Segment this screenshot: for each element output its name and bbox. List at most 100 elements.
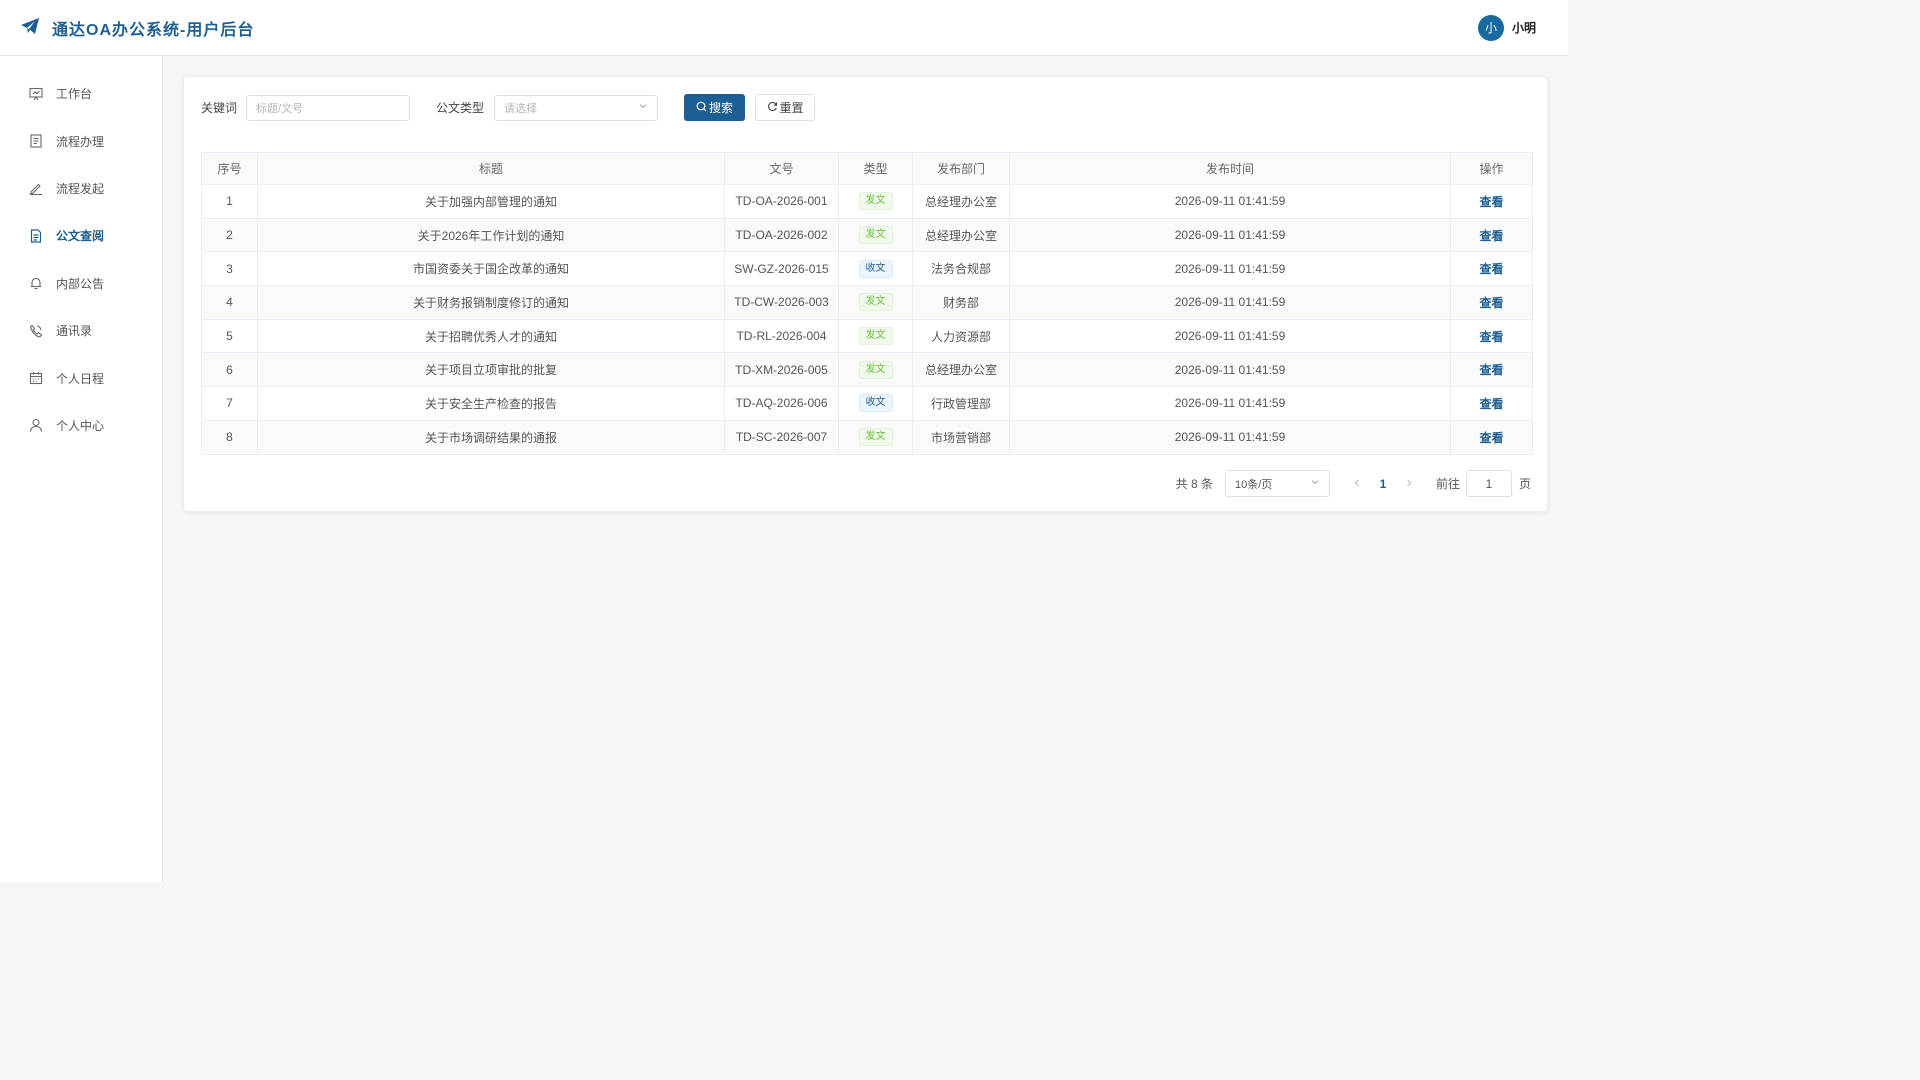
reset-button-label: 重置 — [779, 101, 804, 115]
sidebar-item-announcement[interactable]: 内部公告 — [0, 260, 162, 307]
pagination: 共 8 条 10条/页 1 前往 1 页 — [1176, 470, 1531, 497]
sidebar-item-label: 流程办理 — [56, 134, 105, 149]
row-dept: 行政管理部 — [912, 386, 1010, 421]
reset-button[interactable]: 重置 — [755, 94, 816, 121]
document-list-panel: 关键词 标题/文号 公文类型 请选择 搜索 重置 序号 标题 文号 类型 发布部… — [183, 76, 1548, 512]
row-title: 关于加强内部管理的通知 — [257, 184, 725, 219]
user-name[interactable]: 小明 — [1512, 19, 1536, 36]
keyword-label: 关键词 — [201, 101, 238, 115]
avatar[interactable]: 小 — [1477, 14, 1504, 41]
sidebar-item-label: 内部公告 — [56, 276, 105, 291]
row-code: TD-AQ-2026-006 — [724, 386, 839, 421]
page-size-select[interactable]: 10条/页 — [1224, 470, 1330, 497]
chevron-down-icon — [1310, 477, 1320, 490]
search-icon — [696, 101, 707, 115]
page-number-current[interactable]: 1 — [1370, 477, 1396, 491]
type-tag: 发文 — [858, 192, 893, 211]
table-header-row: 序号 标题 文号 类型 发布部门 发布时间 操作 — [201, 152, 1533, 185]
column-header-action: 操作 — [1450, 152, 1533, 185]
sidebar-item-profile[interactable]: 个人中心 — [0, 402, 162, 449]
row-title: 市国资委关于国企改革的通知 — [257, 251, 725, 287]
row-no: 2 — [201, 218, 258, 253]
row-time: 2026-09-11 01:41:59 — [1009, 184, 1451, 219]
app-title: 通达OA办公系统-用户后台 — [52, 21, 255, 39]
goto-page-input[interactable]: 1 — [1465, 470, 1512, 497]
sidebar-item-document-view[interactable]: 公文查阅 — [0, 212, 162, 259]
keyword-input[interactable]: 标题/文号 — [246, 94, 411, 121]
sidebar-item-label: 工作台 — [56, 87, 93, 102]
row-code: TD-OA-2026-002 — [724, 218, 839, 253]
row-dept: 总经理办公室 — [912, 352, 1010, 388]
row-dept: 财务部 — [912, 285, 1010, 320]
top-header: 通达OA办公系统-用户后台 小 小明 — [0, 0, 1568, 56]
view-link[interactable]: 查看 — [1479, 195, 1503, 209]
sidebar-item-process-start[interactable]: 流程发起 — [0, 165, 162, 212]
type-tag: 发文 — [858, 293, 893, 312]
view-link[interactable]: 查看 — [1479, 397, 1503, 411]
row-title: 关于项目立项审批的批复 — [257, 352, 725, 388]
row-time: 2026-09-11 01:41:59 — [1009, 319, 1451, 354]
type-tag: 发文 — [858, 360, 893, 379]
phone-icon — [28, 323, 44, 339]
row-time: 2026-09-11 01:41:59 — [1009, 386, 1451, 421]
type-tag: 发文 — [858, 226, 893, 245]
row-dept: 人力资源部 — [912, 319, 1010, 354]
row-no: 7 — [201, 386, 258, 421]
row-no: 5 — [201, 319, 258, 354]
sidebar-item-label: 通讯录 — [56, 324, 93, 339]
sidebar-item-process-handle[interactable]: 流程办理 — [0, 117, 162, 164]
prev-page-button[interactable] — [1344, 477, 1370, 491]
sidebar-item-label: 公文查阅 — [56, 229, 105, 244]
type-tag: 收文 — [858, 259, 893, 278]
sidebar-item-label: 个人日程 — [56, 371, 105, 386]
search-button[interactable]: 搜索 — [684, 94, 746, 121]
row-title: 关于安全生产检查的报告 — [257, 386, 725, 421]
page-size-value: 10条/页 — [1234, 478, 1273, 491]
sidebar-item-contacts[interactable]: 通讯录 — [0, 307, 162, 354]
row-title: 关于财务报销制度修订的通知 — [257, 285, 725, 320]
bell-icon — [28, 275, 44, 291]
row-dept: 总经理办公室 — [912, 218, 1010, 253]
page-suffix-label: 页 — [1518, 477, 1531, 491]
row-dept: 市场营销部 — [912, 420, 1010, 455]
row-time: 2026-09-11 01:41:59 — [1009, 420, 1451, 455]
row-no: 4 — [201, 285, 258, 320]
view-link[interactable]: 查看 — [1479, 363, 1503, 377]
view-link[interactable]: 查看 — [1479, 262, 1503, 276]
user-menu[interactable]: 小 小明 — [1477, 14, 1536, 41]
type-tag: 收文 — [858, 394, 893, 413]
doc-type-select[interactable]: 请选择 — [494, 94, 659, 121]
column-header-time: 发布时间 — [1009, 152, 1451, 185]
type-tag: 发文 — [858, 428, 893, 447]
sidebar: 工作台 流程办理 流程发起 公文查阅 内部公告 通讯录 个人日程 个人中心 — [0, 56, 163, 882]
row-time: 2026-09-11 01:41:59 — [1009, 285, 1451, 320]
row-title: 关于招聘优秀人才的通知 — [257, 319, 725, 354]
total-count: 共 8 条 — [1175, 477, 1213, 491]
table-row: 6 关于项目立项审批的批复 TD-XM-2026-005 发文 总经理办公室 2… — [201, 352, 1533, 388]
doc-type-label: 公文类型 — [436, 101, 485, 115]
column-header-type: 类型 — [838, 152, 913, 185]
next-page-button[interactable] — [1396, 477, 1422, 491]
sidebar-item-label: 个人中心 — [56, 418, 105, 433]
view-link[interactable]: 查看 — [1479, 229, 1503, 243]
row-title: 关于2026年工作计划的通知 — [257, 218, 725, 253]
user-icon — [28, 417, 44, 433]
table-row: 8 关于市场调研结果的通报 TD-SC-2026-007 发文 市场营销部 20… — [201, 420, 1533, 455]
row-time: 2026-09-11 01:41:59 — [1009, 218, 1451, 253]
column-header-dept: 发布部门 — [912, 152, 1010, 185]
row-code: TD-OA-2026-001 — [724, 184, 839, 219]
view-link[interactable]: 查看 — [1479, 296, 1503, 310]
row-code: TD-SC-2026-007 — [724, 420, 839, 455]
sidebar-item-workbench[interactable]: 工作台 — [0, 70, 162, 117]
table-row: 5 关于招聘优秀人才的通知 TD-RL-2026-004 发文 人力资源部 20… — [201, 319, 1533, 354]
table-row: 4 关于财务报销制度修订的通知 TD-CW-2026-003 发文 财务部 20… — [201, 285, 1533, 320]
view-link[interactable]: 查看 — [1479, 330, 1503, 344]
view-link[interactable]: 查看 — [1479, 431, 1503, 445]
column-header-title: 标题 — [257, 152, 725, 185]
row-no: 1 — [201, 184, 258, 219]
sidebar-item-schedule[interactable]: 个人日程 — [0, 354, 162, 401]
row-dept: 总经理办公室 — [912, 184, 1010, 219]
row-title: 关于市场调研结果的通报 — [257, 420, 725, 455]
table-row: 7 关于安全生产检查的报告 TD-AQ-2026-006 收文 行政管理部 20… — [201, 386, 1533, 421]
goto-label: 前往 — [1435, 477, 1460, 491]
